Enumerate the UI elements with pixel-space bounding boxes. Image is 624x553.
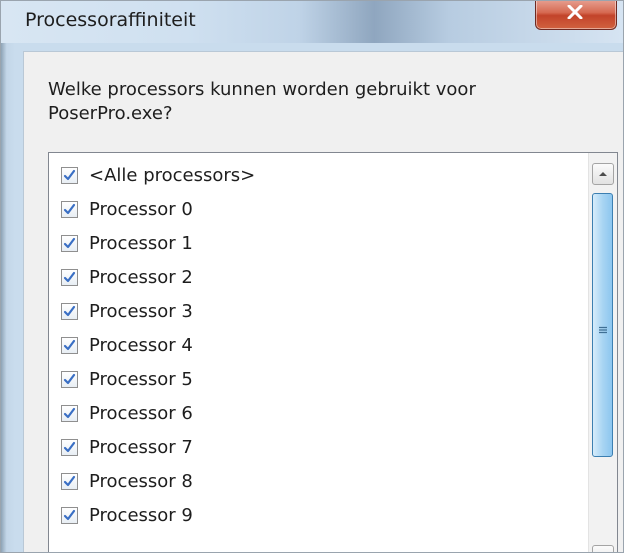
dialog-window: Processoraffiniteit Welke processors kun… bbox=[0, 0, 624, 553]
title-bar[interactable]: Processoraffiniteit bbox=[1, 1, 623, 43]
list-item-processor[interactable]: Processor 3 bbox=[61, 295, 193, 327]
list-item-processor[interactable]: Processor 2 bbox=[61, 261, 193, 293]
list-item-label: Processor 3 bbox=[89, 300, 193, 322]
window-title: Processoraffiniteit bbox=[25, 9, 196, 31]
list-item-processor[interactable]: Processor 4 bbox=[61, 329, 193, 361]
grip-icon bbox=[598, 319, 608, 338]
dialog-content: Welke processors kunnen worden gebruikt … bbox=[23, 51, 623, 552]
list-item-processor[interactable]: Processor 8 bbox=[61, 465, 193, 497]
checkbox[interactable] bbox=[61, 268, 78, 286]
checkbox[interactable] bbox=[61, 472, 78, 490]
list-item-label: Processor 8 bbox=[89, 470, 193, 492]
list-item-label: <Alle processors> bbox=[89, 164, 256, 186]
scroll-thumb[interactable] bbox=[592, 193, 613, 457]
list-item-processor[interactable]: Processor 1 bbox=[61, 227, 193, 259]
list-item-label: Processor 1 bbox=[89, 232, 193, 254]
list-item-label: Processor 9 bbox=[89, 504, 193, 526]
checkbox[interactable] bbox=[61, 166, 78, 184]
checkbox[interactable] bbox=[61, 438, 78, 456]
checkbox[interactable] bbox=[61, 234, 78, 252]
list-item-label: Processor 5 bbox=[89, 368, 193, 390]
list-item-label: Processor 0 bbox=[89, 198, 193, 220]
processor-listbox[interactable]: <Alle processors> Processor 0 Processor 1 P… bbox=[48, 152, 618, 552]
dialog-question: Welke processors kunnen worden gebruikt … bbox=[48, 79, 476, 124]
checkbox[interactable] bbox=[61, 404, 78, 422]
close-button[interactable] bbox=[535, 1, 617, 30]
list-item-processor[interactable]: Processor 0 bbox=[61, 193, 193, 225]
scroll-up-button[interactable] bbox=[592, 163, 614, 185]
scroll-down-button[interactable] bbox=[592, 545, 614, 552]
list-item-processor[interactable]: Processor 7 bbox=[61, 431, 193, 463]
list-item-label: Processor 6 bbox=[89, 402, 193, 424]
vertical-scrollbar[interactable] bbox=[588, 153, 617, 552]
checkbox[interactable] bbox=[61, 506, 78, 524]
checkbox[interactable] bbox=[61, 336, 78, 354]
checkbox[interactable] bbox=[61, 370, 78, 388]
list-item-label: Processor 2 bbox=[89, 266, 193, 288]
list-item-processor[interactable]: Processor 9 bbox=[61, 499, 193, 531]
list-item-all-processors[interactable]: <Alle processors> bbox=[61, 159, 255, 191]
list-item-label: Processor 4 bbox=[89, 334, 193, 356]
checkbox[interactable] bbox=[61, 200, 78, 218]
checkbox[interactable] bbox=[61, 302, 78, 320]
list-item-label: Processor 7 bbox=[89, 436, 193, 458]
list-item-processor[interactable]: Processor 5 bbox=[61, 363, 193, 395]
list-item-processor[interactable]: Processor 6 bbox=[61, 397, 193, 429]
window-border-left bbox=[1, 43, 15, 552]
